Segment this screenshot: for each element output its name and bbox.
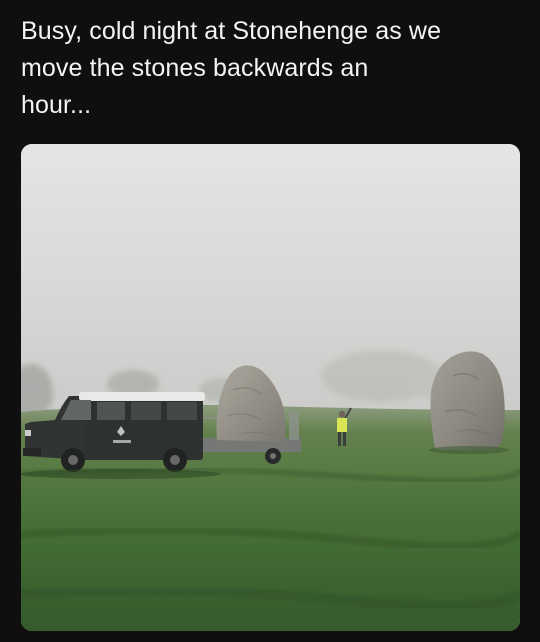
photo-canvas: [21, 144, 520, 631]
post-photo[interactable]: [21, 144, 520, 631]
post-caption: Busy, cold night at Stonehenge as we mov…: [21, 17, 442, 119]
meme-post: Busy, cold night at Stonehenge as we mov…: [0, 0, 540, 642]
